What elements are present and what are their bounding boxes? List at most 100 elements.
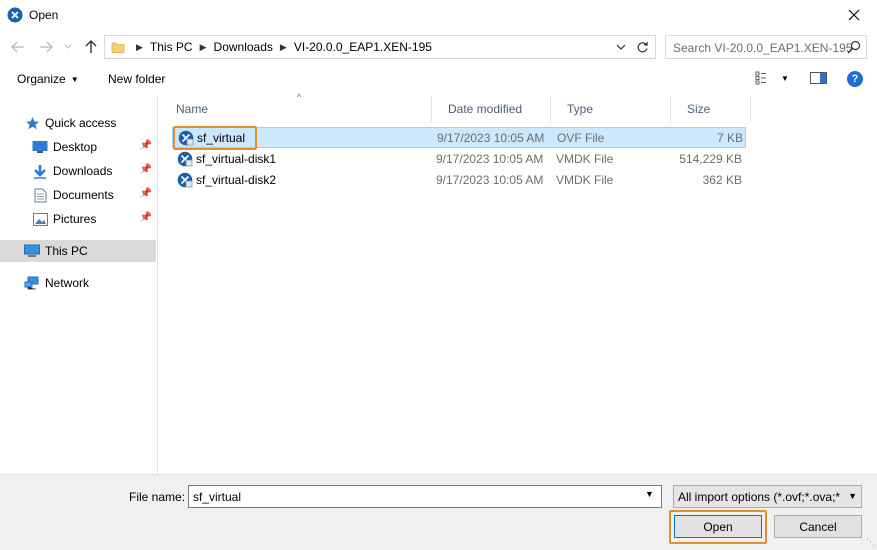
caret-down-icon: ▼ — [781, 73, 789, 83]
nav-item-label: Downloads — [53, 164, 113, 178]
arrow-up-icon — [85, 40, 97, 53]
nav-item-label: Desktop — [53, 140, 98, 154]
view-list-icon — [755, 71, 766, 85]
sort-ascending-icon: ^ — [297, 92, 302, 102]
preview-pane-button[interactable] — [810, 72, 828, 88]
nav-quick-access-label: Quick access — [45, 116, 117, 130]
breadcrumb: ▶ This PC ▶ Downloads ▶ VI-20.0.0_EAP1.X… — [129, 40, 432, 54]
up-button[interactable] — [82, 37, 100, 57]
folder-icon — [111, 42, 125, 53]
new-folder-button[interactable]: New folder — [108, 72, 165, 86]
open-button-label: Open — [703, 519, 733, 534]
organize-label: Organize — [17, 72, 66, 86]
search-icon[interactable] — [847, 40, 861, 54]
arrow-left-icon — [11, 41, 24, 53]
help-button[interactable]: ? — [847, 71, 863, 87]
pin-icon: 📌 — [139, 212, 152, 223]
column-header-label: Name — [176, 102, 209, 116]
desktop-icon — [32, 139, 48, 155]
search-input[interactable]: Search VI-20.0.0_EAP1.XEN-195 — [665, 35, 867, 59]
file-type-filter-value: All import options (*.ovf;*.ova;* — [678, 490, 841, 504]
column-header-label: Date modified — [448, 102, 523, 116]
open-button[interactable]: Open — [674, 515, 762, 538]
new-folder-label: New folder — [108, 72, 166, 86]
file-type: OVF File — [557, 131, 605, 145]
change-view-menu[interactable]: ▼ — [755, 71, 789, 85]
pin-icon: 📌 — [139, 164, 152, 175]
nav-item-network[interactable]: Network — [0, 272, 156, 294]
forward-button[interactable] — [37, 37, 55, 57]
file-name-label: File name: — [129, 490, 186, 504]
address-row: ▶ This PC ▶ Downloads ▶ VI-20.0.0_EAP1.X… — [0, 33, 877, 61]
file-date: 9/17/2023 10:05 AM — [437, 131, 545, 145]
table-row[interactable]: sf_virtual-disk2 9/17/2023 10:05 AM VMDK… — [172, 170, 746, 191]
file-type: VMDK File — [556, 173, 614, 187]
recent-locations-button[interactable] — [62, 37, 74, 57]
address-bar[interactable]: ▶ This PC ▶ Downloads ▶ VI-20.0.0_EAP1.X… — [104, 35, 656, 59]
close-icon — [848, 9, 860, 21]
breadcrumb-separator-icon: ▶ — [136, 41, 143, 52]
search-placeholder: Search VI-20.0.0_EAP1.XEN-195 — [673, 41, 853, 55]
back-button[interactable] — [9, 37, 27, 57]
file-name-dropdown-icon[interactable]: ▼ — [645, 489, 654, 499]
column-header-name[interactable]: Name ^ — [160, 92, 432, 122]
column-header-label: Size — [687, 102, 711, 116]
file-size: 362 KB — [702, 173, 742, 187]
refresh-icon — [637, 41, 648, 52]
file-name: sf_virtual-disk2 — [196, 173, 277, 187]
organize-menu[interactable]: Organize ▼ — [17, 72, 79, 86]
column-header-type[interactable]: Type — [551, 96, 671, 122]
documents-icon — [32, 187, 48, 203]
vm-file-icon — [178, 130, 194, 146]
nav-item-label: Pictures — [53, 212, 97, 226]
nav-quick-access[interactable]: Quick access — [0, 112, 156, 134]
arrow-right-icon — [40, 41, 53, 53]
pin-icon: 📌 — [139, 140, 152, 151]
file-size: 514,229 KB — [679, 152, 742, 166]
file-date: 9/17/2023 10:05 AM — [436, 173, 544, 187]
column-header-size[interactable]: Size — [671, 96, 751, 122]
file-type-filter-select[interactable]: All import options (*.ovf;*.ova;* ▼ — [673, 485, 862, 508]
file-type: VMDK File — [556, 152, 614, 166]
file-name-input[interactable] — [188, 485, 662, 508]
column-header-label: Type — [567, 102, 594, 116]
cancel-button[interactable]: Cancel — [774, 515, 862, 538]
breadcrumb-this-pc[interactable]: This PC — [150, 40, 193, 54]
table-row[interactable]: sf_virtual 9/17/2023 10:05 AM OVF File 7… — [172, 126, 746, 150]
window-title: Open — [29, 8, 59, 22]
help-icon: ? — [851, 73, 859, 85]
refresh-button[interactable] — [633, 38, 651, 56]
address-dropdown-button[interactable] — [613, 38, 629, 56]
nav-item-desktop[interactable]: Desktop 📌 — [0, 136, 156, 158]
navigation-pane: Quick access Desktop 📌 Downloads 📌 Docum… — [0, 96, 158, 474]
downloads-icon — [32, 163, 48, 179]
breadcrumb-current-folder[interactable]: VI-20.0.0_EAP1.XEN-195 — [294, 40, 432, 54]
app-icon — [7, 7, 23, 23]
pictures-icon — [32, 211, 48, 227]
command-bar: Organize ▼ New folder ▼ ? — [0, 66, 877, 94]
file-date: 9/17/2023 10:05 AM — [436, 152, 544, 166]
file-list: Name ^ Date modified Type Size sf_virtua… — [160, 92, 877, 474]
nav-item-documents[interactable]: Documents 📌 — [0, 184, 156, 206]
computer-icon — [24, 243, 40, 259]
file-name: sf_virtual-disk1 — [196, 152, 277, 166]
chevron-down-icon — [64, 44, 72, 49]
nav-item-downloads[interactable]: Downloads 📌 — [0, 160, 156, 182]
resize-grip-icon[interactable]: ⋱ — [866, 537, 875, 548]
nav-item-this-pc[interactable]: This PC — [0, 240, 156, 262]
star-icon — [24, 115, 40, 131]
nav-item-label: Documents — [53, 188, 114, 202]
network-icon — [24, 275, 40, 291]
breadcrumb-separator-icon: ▶ — [199, 41, 207, 52]
chevron-down-icon: ▼ — [846, 491, 857, 501]
file-name-value: sf_virtual — [193, 490, 242, 504]
title-bar: Open — [0, 0, 877, 30]
breadcrumb-downloads[interactable]: Downloads — [214, 40, 273, 54]
column-header-date[interactable]: Date modified — [432, 96, 551, 122]
vm-file-icon — [177, 151, 193, 167]
nav-item-pictures[interactable]: Pictures 📌 — [0, 208, 156, 230]
nav-item-label: Network — [45, 276, 90, 290]
close-button[interactable] — [831, 0, 877, 30]
table-row[interactable]: sf_virtual-disk1 9/17/2023 10:05 AM VMDK… — [172, 149, 746, 170]
cancel-button-label: Cancel — [799, 519, 837, 534]
